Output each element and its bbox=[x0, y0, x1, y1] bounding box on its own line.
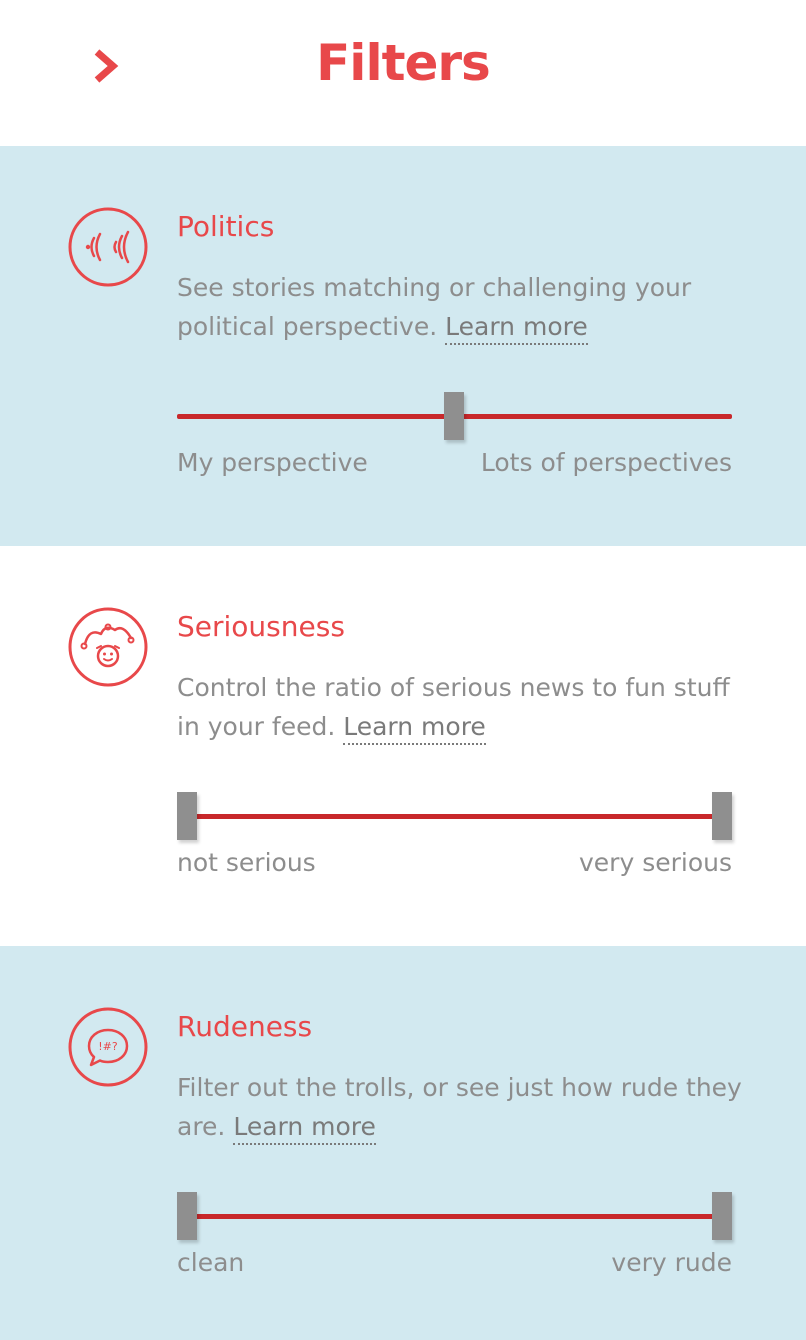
rudeness-slider[interactable] bbox=[177, 1192, 732, 1240]
slider-min-label: My perspective bbox=[177, 448, 368, 477]
learn-more-link[interactable]: Learn more bbox=[233, 1112, 376, 1145]
politics-slider[interactable] bbox=[177, 392, 732, 440]
slider-max-label: Lots of perspectives bbox=[480, 448, 732, 477]
filter-description: See stories matching or challenging your… bbox=[177, 268, 747, 346]
slider-thumb-max[interactable] bbox=[712, 1192, 732, 1240]
slider-max-label: very serious bbox=[579, 848, 732, 877]
filter-title: Seriousness bbox=[177, 610, 345, 643]
slider-track bbox=[177, 814, 732, 819]
slider-thumb-min[interactable] bbox=[177, 1192, 197, 1240]
filter-title: Rudeness bbox=[177, 1010, 313, 1043]
learn-more-link[interactable]: Learn more bbox=[445, 312, 588, 345]
broadcast-icon bbox=[68, 207, 148, 287]
speech-bubble-swear-icon: !#? bbox=[68, 1007, 148, 1087]
slider-min-label: not serious bbox=[177, 848, 316, 877]
filter-description: Control the ratio of serious news to fun… bbox=[177, 668, 747, 746]
filter-description-text: See stories matching or challenging your… bbox=[177, 273, 692, 341]
slider-thumb-max[interactable] bbox=[712, 792, 732, 840]
page-title: Filters bbox=[316, 34, 491, 92]
svg-text:!#?: !#? bbox=[98, 1040, 118, 1053]
slider-track bbox=[177, 1214, 732, 1219]
slider-thumb[interactable] bbox=[444, 392, 464, 440]
jester-icon bbox=[68, 607, 148, 687]
filter-seriousness: Seriousness Control the ratio of serious… bbox=[0, 546, 806, 946]
seriousness-slider[interactable] bbox=[177, 792, 732, 840]
filter-rudeness: !#? Rudeness Filter out the trolls, or s… bbox=[0, 946, 806, 1340]
filter-description: Filter out the trolls, or see just how r… bbox=[177, 1068, 747, 1146]
slider-min-label: clean bbox=[177, 1248, 245, 1277]
header: Filters bbox=[0, 0, 806, 146]
learn-more-link[interactable]: Learn more bbox=[343, 712, 486, 745]
slider-max-label: very rude bbox=[611, 1248, 732, 1277]
slider-thumb-min[interactable] bbox=[177, 792, 197, 840]
filter-politics: Politics See stories matching or challen… bbox=[0, 146, 806, 546]
filter-title: Politics bbox=[177, 210, 275, 243]
